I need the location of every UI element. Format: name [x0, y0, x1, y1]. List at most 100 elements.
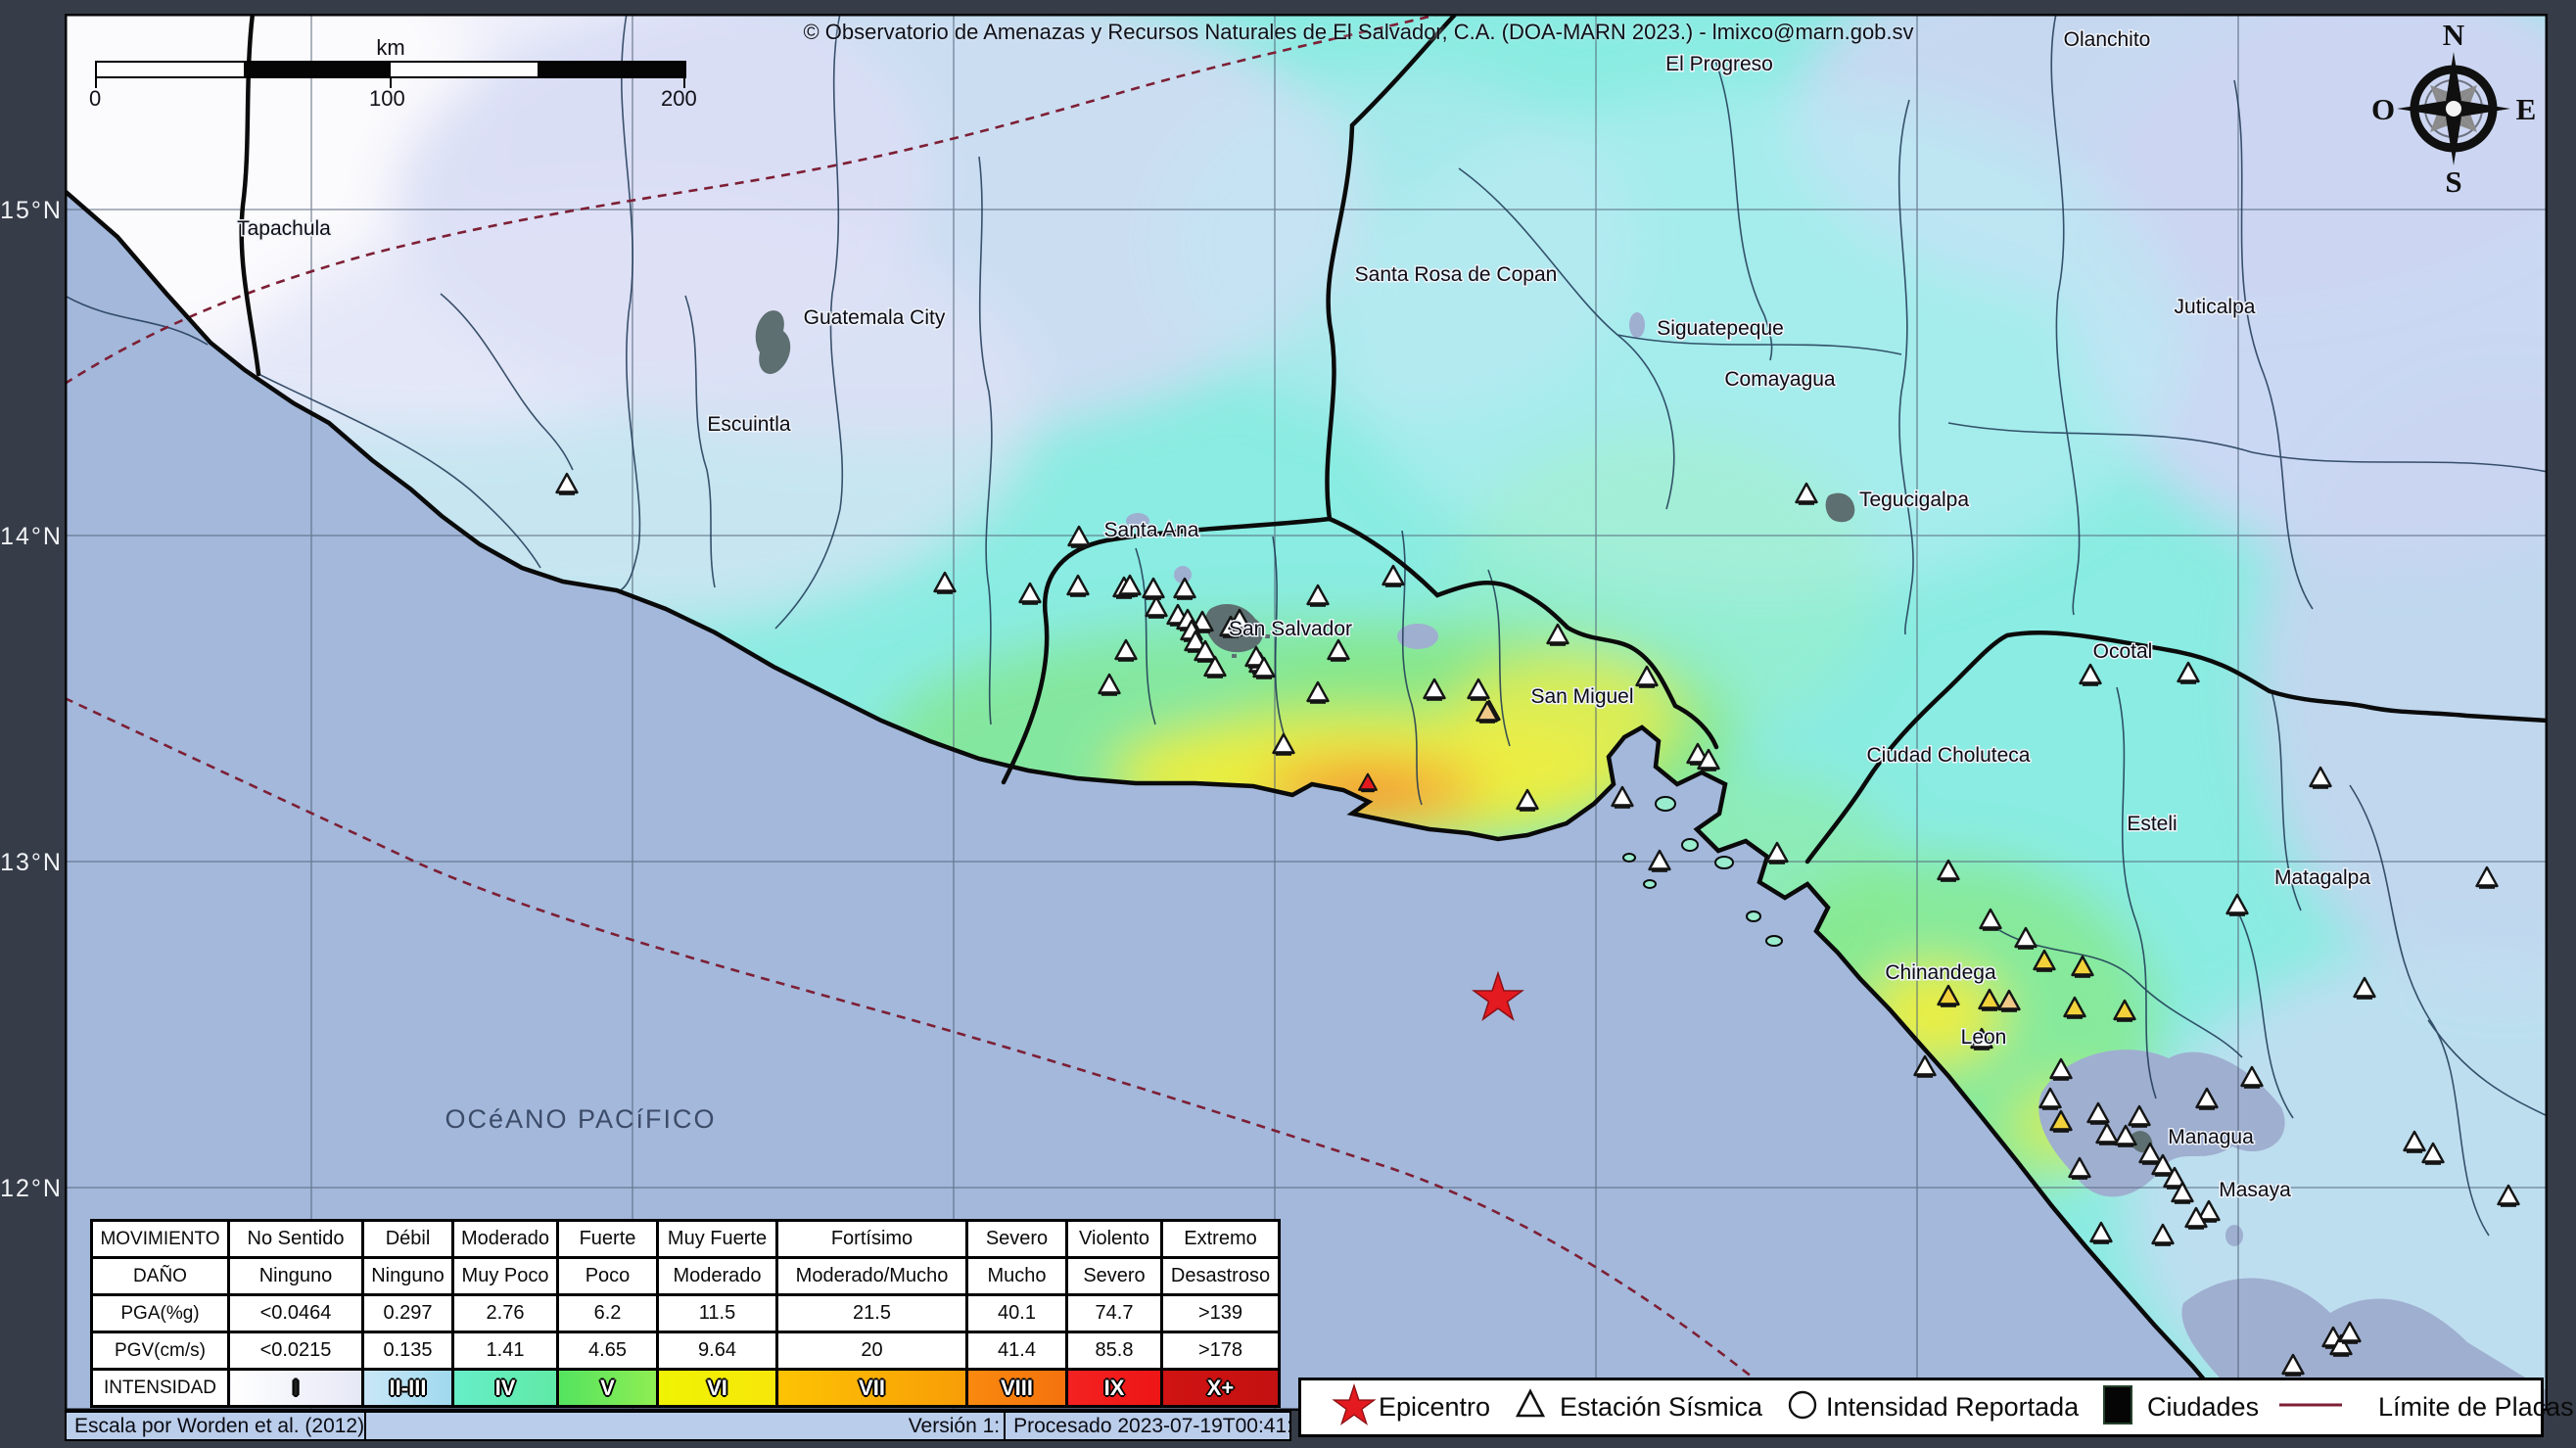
table-cell: Mucho — [967, 1258, 1067, 1295]
legend-label-intensidad-reportada: Intensidad Reportada — [1826, 1392, 2079, 1423]
row-label-pga-g-: PGA(%g) — [92, 1295, 229, 1332]
table-cell: 21.5 — [777, 1295, 967, 1332]
city-label-san-salvador: San Salvador — [1229, 618, 1352, 640]
table-cell: II-III — [363, 1370, 453, 1407]
scale-unit-label: km — [95, 35, 686, 61]
table-cell: 2.76 — [453, 1295, 558, 1332]
city-label-santa-ana: Santa Ana — [1104, 519, 1199, 541]
table-cell: Muy Poco — [453, 1258, 558, 1295]
shakemap-screen: { "title": "© Observatorio de Amenazas y… — [0, 0, 2576, 1448]
city-label-el-progreso: El Progreso — [1665, 53, 1773, 75]
compass-n: N — [2443, 18, 2464, 52]
city-square-icon — [2098, 1382, 2137, 1432]
row-label-pgv-cm-s-: PGV(cm/s) — [92, 1332, 229, 1370]
table-cell: 40.1 — [967, 1295, 1067, 1332]
row-label-intensidad: INTENSIDAD — [92, 1370, 229, 1407]
legend-label-epicentro: Epicentro — [1379, 1392, 1490, 1423]
intensity-table: MOVIMIENTONo SentidoDébilModeradoFuerteM… — [90, 1219, 1281, 1408]
latitude-label-13n: 13°N — [0, 849, 63, 877]
table-cell: 0.135 — [363, 1332, 453, 1370]
legend-label-ciudades: Ciudades — [2147, 1392, 2259, 1423]
version-label: Versión 1: — [364, 1413, 1004, 1439]
table-cell: <0.0464 — [229, 1295, 363, 1332]
legend-label-l-mite-de-placas: Límite de Placas — [2378, 1392, 2574, 1423]
table-cell: 11.5 — [658, 1295, 777, 1332]
scale-seg — [97, 63, 244, 76]
table-cell: 74.7 — [1067, 1295, 1162, 1332]
table-cell: I — [229, 1370, 363, 1407]
intensity-circle-icon — [1783, 1385, 1822, 1429]
map-title: © Observatorio de Amenazas y Recursos Na… — [769, 20, 1948, 45]
intensity-table-row: PGA(%g)<0.04640.2972.766.211.521.540.174… — [92, 1295, 1280, 1332]
scale-tick-label: 200 — [661, 86, 697, 112]
station-triangle-icon — [1511, 1385, 1550, 1429]
map-legend: Epicentro Estación Sísmica Intensidad Repo… — [1298, 1378, 2544, 1437]
table-cell: Ninguno — [363, 1258, 453, 1295]
scale-seg — [244, 63, 391, 76]
table-cell: VII — [777, 1370, 967, 1407]
city-label-leon: Leon — [1961, 1026, 2007, 1049]
table-cell: Fortísimo — [777, 1221, 967, 1258]
city-label-olanchito: Olanchito — [2064, 28, 2151, 51]
city-label-tapachula: Tapachula — [237, 217, 331, 240]
city-label-san-miguel: San Miguel — [1530, 685, 1633, 708]
city-label-escuintla: Escuintla — [707, 413, 791, 436]
city-label-chinandega: Chinandega — [1885, 961, 1996, 984]
table-cell: Desastroso — [1162, 1258, 1280, 1295]
table-cell: Severo — [1067, 1258, 1162, 1295]
table-cell: No Sentido — [229, 1221, 363, 1258]
table-cell: IX — [1067, 1370, 1162, 1407]
city-label-matagalpa: Matagalpa — [2274, 866, 2370, 889]
city-label-guatemala-city: Guatemala City — [804, 306, 946, 329]
table-cell: Muy Fuerte — [658, 1221, 777, 1258]
city-label-esteli: Esteli — [2127, 813, 2177, 835]
city-label-juticalpa: Juticalpa — [2175, 296, 2256, 318]
table-cell: Moderado/Mucho — [777, 1258, 967, 1295]
table-cell: Débil — [363, 1221, 453, 1258]
table-cell: 4.65 — [558, 1332, 658, 1370]
city-label-masaya: Masaya — [2219, 1179, 2291, 1201]
table-cell: VI — [658, 1370, 777, 1407]
table-cell: Poco — [558, 1258, 658, 1295]
table-cell: Moderado — [658, 1258, 777, 1295]
scale-bar: km 0 100 200 — [95, 35, 686, 110]
compass-e: E — [2516, 92, 2537, 126]
table-cell: 9.64 — [658, 1332, 777, 1370]
intensity-table-row: MOVIMIENTONo SentidoDébilModeradoFuerteM… — [92, 1221, 1280, 1258]
table-cell: 0.297 — [363, 1295, 453, 1332]
city-label-managua: Managua — [2168, 1126, 2254, 1148]
table-cell: X+ — [1162, 1370, 1280, 1407]
table-cell: 41.4 — [967, 1332, 1067, 1370]
table-cell: <0.0215 — [229, 1332, 363, 1370]
city-label-ciudad-choluteca: Ciudad Choluteca — [1867, 744, 2031, 767]
table-cell: >178 — [1162, 1332, 1280, 1370]
table-cell: Fuerte — [558, 1221, 658, 1258]
table-cell: 85.8 — [1067, 1332, 1162, 1370]
latitude-label-15n: 15°N — [0, 197, 63, 225]
legend-label-estaci-n-s-smica: Estación Sísmica — [1560, 1392, 1762, 1423]
scale-bar-segments — [95, 61, 686, 78]
table-cell: IV — [453, 1370, 558, 1407]
scale-tick-label: 100 — [369, 86, 405, 112]
status-bar: Escala por Worden et al. (2012) Versión … — [65, 1411, 1291, 1441]
city-label-ocotal: Ocotal — [2093, 640, 2153, 663]
table-cell: Extremo — [1162, 1221, 1280, 1258]
table-cell: >139 — [1162, 1295, 1280, 1332]
scale-attribution: Escala por Worden et al. (2012) — [67, 1415, 364, 1438]
city-label-tegucigalpa: Tegucigalpa — [1859, 489, 1969, 511]
row-label-da-o: DAÑO — [92, 1258, 229, 1295]
table-cell: Severo — [967, 1221, 1067, 1258]
compass-s: S — [2445, 164, 2461, 199]
intensity-table-row: PGV(cm/s)<0.02150.1351.414.659.642041.48… — [92, 1332, 1280, 1370]
table-cell: 1.41 — [453, 1332, 558, 1370]
table-cell: Ninguno — [229, 1258, 363, 1295]
compass-o: O — [2371, 92, 2395, 126]
ocean-label: OCéANO PACíFICO — [445, 1104, 716, 1134]
table-cell: V — [558, 1370, 658, 1407]
table-cell: 20 — [777, 1332, 967, 1370]
intensity-table-row: INTENSIDADIII-IIIIVVVIVIIVIIIIXX+ — [92, 1370, 1280, 1407]
intensity-table-row: DAÑONingunoNingunoMuy PocoPocoModeradoMo… — [92, 1258, 1280, 1295]
latitude-label-12n: 12°N — [0, 1175, 63, 1203]
city-label-comayagua: Comayagua — [1724, 368, 1836, 391]
epicenter-star-icon — [1329, 1379, 1380, 1435]
